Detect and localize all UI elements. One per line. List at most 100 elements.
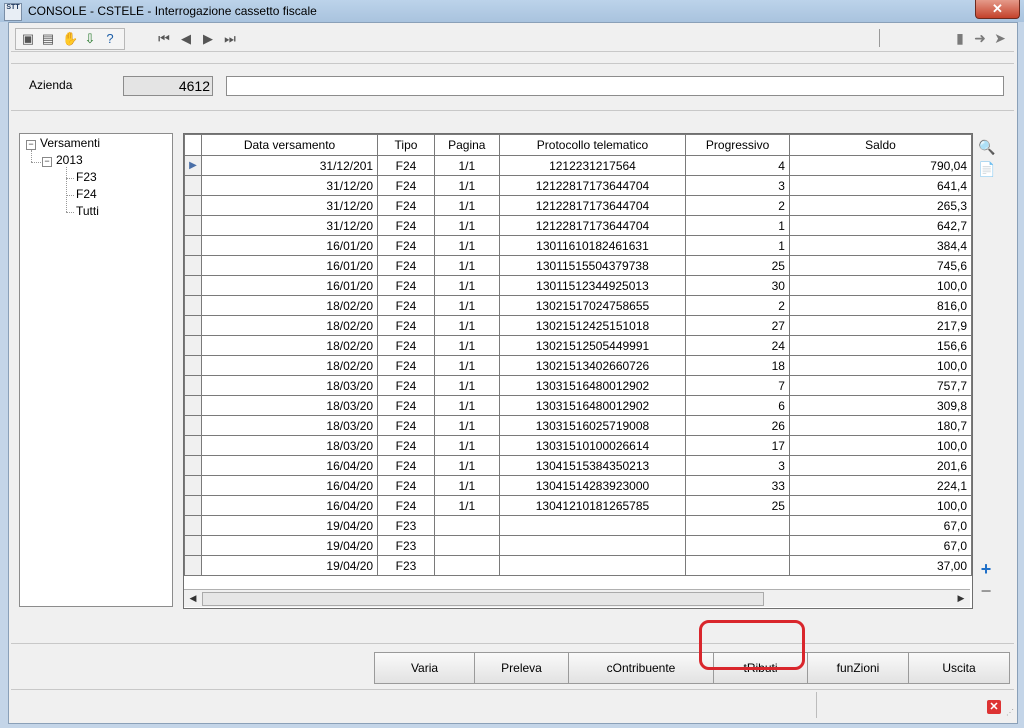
cell-pagina[interactable]: 1/1 [433, 395, 500, 416]
cell-tipo[interactable]: F24 [377, 295, 435, 316]
row-selector[interactable] [184, 215, 202, 236]
table-row[interactable]: 18/03/20 F24 1/1 13031516480012902 7 757,7 [184, 375, 972, 396]
table-row[interactable]: 19/04/20 F23 67,0 [184, 535, 972, 556]
remove-icon[interactable]: − [978, 582, 994, 600]
contribuente-button[interactable]: cOntribuente [568, 652, 714, 684]
tree-expander-2013[interactable]: − [42, 157, 52, 167]
row-selector[interactable] [184, 535, 202, 556]
cell-saldo[interactable]: 790,04 [788, 155, 972, 176]
cell-pagina[interactable]: 1/1 [433, 195, 500, 216]
hand-icon[interactable]: ✋ [62, 31, 78, 47]
table-row[interactable]: 16/04/20 F24 1/1 13041514283923000 33 224,1 [184, 475, 972, 496]
table-row[interactable]: 31/12/20 F24 1/1 12122817173644704 1 642,7 [184, 215, 972, 236]
cell-protocollo[interactable]: 13031516480012902 [498, 375, 687, 396]
table-row[interactable]: 16/01/20 F24 1/1 13011610182461631 1 384,4 [184, 235, 972, 256]
varia-button[interactable]: Varia [374, 652, 475, 684]
cell-protocollo[interactable]: 13011512344925013 [498, 275, 687, 296]
table-row[interactable]: 18/02/20 F24 1/1 13021513402660726 18 100,0 [184, 355, 972, 376]
close-icon[interactable]: ✕ [987, 700, 1001, 714]
cell-progressivo[interactable]: 33 [685, 475, 790, 496]
row-selector[interactable] [184, 495, 202, 516]
cell-protocollo[interactable]: 13011515504379738 [498, 255, 687, 276]
preleva-button[interactable]: Preleva [474, 652, 569, 684]
table-row[interactable]: 18/02/20 F24 1/1 13021512505449991 24 156,6 [184, 335, 972, 356]
row-selector[interactable] [184, 435, 202, 456]
table-row[interactable]: 18/03/20 F24 1/1 13031516025719008 26 180,7 [184, 415, 972, 436]
scroll-right-icon[interactable]: ▶ [954, 592, 968, 605]
download-icon[interactable]: ⇩ [82, 31, 98, 47]
cell-data-versamento[interactable]: 31/12/20 [200, 175, 379, 196]
table-row[interactable]: 16/04/20 F24 1/1 13041515384350213 3 201,6 [184, 455, 972, 476]
row-selector[interactable] [184, 515, 202, 536]
scroll-left-icon[interactable]: ◀ [186, 592, 200, 605]
row-selector[interactable] [184, 275, 202, 296]
funzioni-button[interactable]: funZioni [807, 652, 909, 684]
horizontal-scrollbar[interactable]: ◀ ▶ [184, 589, 970, 607]
column-header[interactable]: Saldo [788, 134, 972, 156]
cell-tipo[interactable]: F24 [377, 395, 435, 416]
cell-progressivo[interactable]: 2 [685, 195, 790, 216]
cell-tipo[interactable]: F24 [377, 455, 435, 476]
cell-protocollo[interactable]: 12122817173644704 [498, 215, 687, 236]
cell-data-versamento[interactable]: 18/02/20 [200, 295, 379, 316]
cell-pagina[interactable] [433, 515, 500, 536]
screen-icon[interactable]: ▣ [20, 31, 36, 47]
cell-progressivo[interactable]: 25 [685, 255, 790, 276]
cell-data-versamento[interactable]: 16/04/20 [200, 495, 379, 516]
cell-saldo[interactable]: 816,0 [788, 295, 972, 316]
cell-tipo[interactable]: F24 [377, 495, 435, 516]
cell-protocollo[interactable]: 13041210181265785 [498, 495, 687, 516]
cell-saldo[interactable]: 745,6 [788, 255, 972, 276]
cell-progressivo[interactable]: 17 [685, 435, 790, 456]
table-row[interactable]: 19/04/20 F23 37,00 [184, 555, 972, 576]
table-row[interactable]: 31/12/20 F24 1/1 12122817173644704 2 265,3 [184, 195, 972, 216]
cell-protocollo[interactable]: 1212231217564 [498, 155, 687, 176]
table-row[interactable]: ▶ 31/12/201 F24 1/1 1212231217564 4 790,04 [184, 155, 972, 176]
cell-tipo[interactable]: F24 [377, 195, 435, 216]
cell-tipo[interactable]: F23 [377, 555, 435, 576]
cell-saldo[interactable]: 100,0 [788, 355, 972, 376]
cell-tipo[interactable]: F24 [377, 335, 435, 356]
cell-saldo[interactable]: 37,00 [788, 555, 972, 576]
cell-data-versamento[interactable]: 19/04/20 [200, 515, 379, 536]
cell-progressivo[interactable]: 3 [685, 175, 790, 196]
cell-pagina[interactable]: 1/1 [433, 315, 500, 336]
tree-node-2013[interactable]: 2013 [56, 153, 83, 167]
column-header[interactable]: Protocollo telematico [498, 134, 687, 156]
cell-data-versamento[interactable]: 19/04/20 [200, 535, 379, 556]
cell-data-versamento[interactable]: 18/02/20 [200, 335, 379, 356]
cell-data-versamento[interactable]: 31/12/201 [200, 155, 379, 176]
row-selector[interactable] [184, 355, 202, 376]
cell-data-versamento[interactable]: 16/04/20 [200, 455, 379, 476]
cell-progressivo[interactable] [685, 555, 790, 576]
cell-tipo[interactable]: F24 [377, 475, 435, 496]
cell-pagina[interactable]: 1/1 [433, 475, 500, 496]
cell-saldo[interactable]: 265,3 [788, 195, 972, 216]
row-selector[interactable] [184, 415, 202, 436]
cell-data-versamento[interactable]: 16/01/20 [200, 255, 379, 276]
column-header[interactable]: Progressivo [685, 134, 790, 156]
next-record-icon[interactable]: ▶ [200, 31, 216, 47]
cell-progressivo[interactable]: 27 [685, 315, 790, 336]
azienda-code-field[interactable]: 4612 [123, 76, 213, 96]
row-selector[interactable] [184, 195, 202, 216]
cell-protocollo[interactable]: 13021513402660726 [498, 355, 687, 376]
cell-protocollo[interactable]: 12122817173644704 [498, 175, 687, 196]
add-icon[interactable]: + [978, 560, 994, 578]
table-row[interactable]: 18/03/20 F24 1/1 13031510100026614 17 100,0 [184, 435, 972, 456]
table-row[interactable]: 16/01/20 F24 1/1 13011515504379738 25 745,6 [184, 255, 972, 276]
document-icon[interactable]: ▮ [952, 30, 968, 46]
cell-pagina[interactable]: 1/1 [433, 155, 500, 176]
cell-saldo[interactable]: 180,7 [788, 415, 972, 436]
row-selector[interactable] [184, 395, 202, 416]
cell-pagina[interactable]: 1/1 [433, 295, 500, 316]
pdf-icon[interactable]: 📄 [978, 161, 995, 177]
cell-progressivo[interactable]: 2 [685, 295, 790, 316]
table-row[interactable]: 19/04/20 F23 67,0 [184, 515, 972, 536]
row-selector[interactable] [184, 315, 202, 336]
cell-protocollo[interactable]: 13011610182461631 [498, 235, 687, 256]
tree-node-f23[interactable]: F23 [76, 170, 97, 184]
cell-saldo[interactable]: 217,9 [788, 315, 972, 336]
cell-protocollo[interactable] [498, 535, 687, 556]
cell-saldo[interactable]: 100,0 [788, 275, 972, 296]
